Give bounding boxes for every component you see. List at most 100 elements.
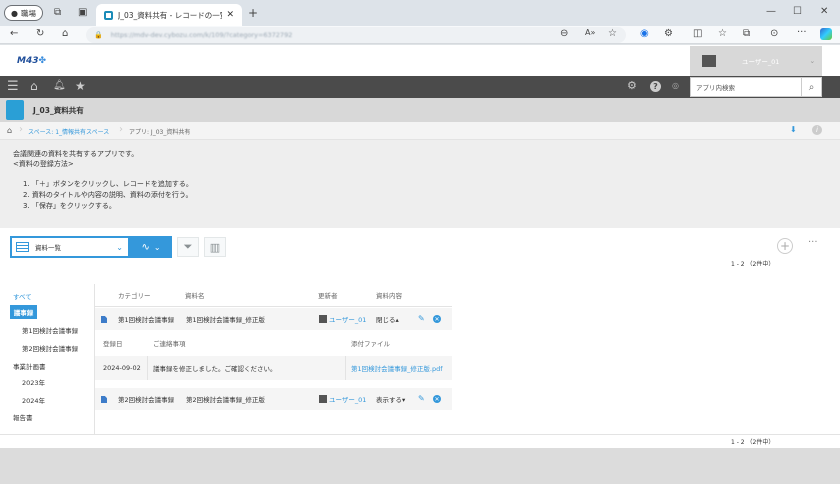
read-aloud-icon[interactable]: A» — [585, 28, 595, 37]
view-selector[interactable]: 資料一覧 ⌄ — [10, 236, 130, 258]
tab-actions-icon[interactable]: ▣ — [78, 7, 87, 18]
plus-icon: + — [779, 239, 791, 253]
help-icon[interactable]: ? — [650, 81, 661, 92]
menu-icon[interactable]: ☰ — [7, 79, 19, 94]
cell-name: 第2回検討会議事録_修正版 — [186, 396, 265, 404]
record-count: 1 - 2 （2件中） — [731, 439, 775, 446]
view-name: 資料一覧 — [35, 244, 61, 252]
subtable-header: ご連絡事項 — [153, 340, 186, 348]
delete-icon[interactable]: ✕ — [433, 395, 441, 403]
toggle-content[interactable]: 閉じる▴ — [371, 308, 399, 330]
split-screen-icon[interactable]: ◫ — [693, 28, 702, 39]
category-item[interactable]: 2023年 — [0, 377, 94, 387]
close-tab-icon[interactable]: ✕ — [226, 10, 234, 20]
window-close-icon[interactable]: ✕ — [820, 6, 828, 17]
search-icon[interactable]: ⌕ — [801, 78, 821, 96]
edit-pencil-icon[interactable]: ✎ — [418, 314, 425, 323]
bar-chart-icon: ▥ — [209, 240, 221, 254]
profile-icon[interactable]: ⊙ — [770, 28, 778, 39]
copilot-icon[interactable] — [820, 28, 832, 40]
user-icon — [319, 395, 327, 403]
breadcrumb: ⌂ › スペース: 1_情報共有スペース › アプリ: J_03_資料共有 ⬇ … — [0, 122, 840, 140]
home-icon[interactable]: ⌂ — [7, 126, 12, 135]
app-description: 会議関連の資料を共有するアプリです。 <資料の登録方法> 1. 「＋」ボタンをク… — [0, 140, 840, 228]
delete-icon[interactable]: ✕ — [433, 315, 441, 323]
zoom-icon[interactable]: ⊖ — [560, 28, 568, 39]
notification-bell-icon[interactable]: 🔔︎ — [53, 80, 66, 91]
home-icon[interactable]: ⌂ — [62, 28, 68, 39]
filter-button[interactable]: ⏷ — [177, 237, 199, 257]
favorite-star-icon[interactable]: ☆ — [608, 28, 617, 39]
edit-pencil-icon[interactable]: ✎ — [418, 394, 425, 403]
person-icon: ● — [11, 8, 18, 18]
extension-icon[interactable]: ◉ — [640, 28, 649, 39]
url-field[interactable]: 🔒 https://mdv-dev.cybozu.com/k/109/?cate… — [86, 27, 626, 43]
column-header: カテゴリー — [118, 292, 151, 300]
cell-name: 第1回検討会議事録_修正版 — [186, 316, 265, 324]
app-title-bar: J_03_資料共有 — [0, 98, 840, 122]
collections-icon[interactable]: ⧉ — [743, 28, 750, 39]
add-record-button[interactable]: + — [777, 238, 793, 254]
attachment-link[interactable]: 第1回検討会議事録_修正版.pdf — [346, 356, 443, 380]
workspaces-icon[interactable]: ⧉ — [54, 7, 61, 18]
record-detail-link[interactable] — [101, 396, 107, 403]
category-item-selected[interactable]: 議事録 — [10, 305, 37, 319]
cell-updater[interactable]: ユーザー_01 — [314, 388, 366, 410]
document-icon — [101, 396, 107, 403]
browser-tab-active[interactable]: J_03_資料共有 - レコードの一覧 ✕ — [96, 4, 242, 26]
column-header: 資料内容 — [376, 292, 402, 300]
kintone-favicon-icon — [104, 10, 113, 20]
back-icon[interactable]: ← — [10, 28, 18, 39]
content-divider — [0, 434, 840, 435]
table-row: 第1回検討会議事録 第1回検討会議事録_修正版 ユーザー_01 閉じる▴ ✎ ✕ — [95, 308, 452, 330]
app-logo[interactable]: M43✤ — [17, 56, 46, 66]
column-header: 更新者 — [318, 292, 338, 300]
people-icon[interactable]: ◎ — [672, 81, 679, 90]
user-avatar-icon — [702, 55, 716, 67]
category-item[interactable]: 事業計画書 — [0, 361, 94, 371]
app-search-input[interactable]: アプリ内検索 ⌕ — [690, 77, 822, 97]
cell-category: 第1回検討会議事録 — [118, 316, 175, 324]
filter-funnel-icon: ⏷ — [183, 240, 193, 253]
updater-link: ユーザー_01 — [329, 396, 367, 404]
refresh-icon[interactable]: ↻ — [36, 28, 44, 39]
breadcrumb-app-label: アプリ: J_03_資料共有 — [129, 129, 191, 136]
category-item[interactable]: 第2回検討会議事録 — [0, 343, 94, 353]
home-icon[interactable]: ⌂ — [30, 79, 38, 93]
chevron-down-icon: ⌄ — [809, 57, 816, 65]
cell-note: 議事録を修正しました。ご確認ください。 — [153, 365, 277, 373]
description-step: 1. 「＋」ボタンをクリックし、レコードを追加する。 — [23, 180, 193, 188]
app-icon — [6, 100, 24, 120]
new-tab-icon[interactable]: + — [248, 6, 258, 20]
toggle-content[interactable]: 表示する▾ — [371, 388, 405, 410]
info-icon[interactable]: i — [812, 125, 822, 135]
favorites-star-icon[interactable]: ★ — [75, 79, 86, 93]
pin-icon[interactable]: ⬇ — [790, 125, 797, 134]
category-item[interactable]: 第1回検討会議事録 — [0, 325, 94, 335]
graph-button[interactable]: ▥ — [204, 237, 226, 257]
cell-updater[interactable]: ユーザー_01 — [314, 308, 366, 330]
graph-selector[interactable]: ∿ ⌄ — [130, 236, 172, 258]
app-title: J_03_資料共有 — [33, 106, 84, 115]
settings-gear-icon[interactable]: ⚙ — [627, 79, 637, 92]
subtable: 登録日 ご連絡事項 添付ファイル 2024-09-02 議事録を修正しました。ご… — [95, 332, 452, 382]
profile-label: 職場 — [20, 8, 36, 18]
category-all[interactable]: すべて — [0, 291, 94, 301]
record-detail-link[interactable] — [101, 316, 107, 323]
logo-text: M43 — [17, 56, 39, 66]
breadcrumb-space-link[interactable]: スペース: 1_情報共有スペース — [28, 127, 109, 136]
cell-date: 2024-09-02 — [103, 364, 141, 372]
description-line: <資料の登録方法> — [13, 160, 74, 168]
chevron-down-icon: ⌄ — [116, 242, 123, 252]
category-item[interactable]: 報告書 — [0, 412, 94, 422]
profile-button[interactable]: ● 職場 — [4, 5, 43, 21]
minimize-icon[interactable]: — — [766, 6, 776, 17]
more-menu-icon[interactable]: ··· — [797, 27, 807, 38]
category-item[interactable]: 2024年 — [0, 395, 94, 405]
more-options-icon[interactable]: ··· — [808, 237, 818, 248]
user-menu[interactable]: ユーザー_01 ⌄ — [690, 46, 822, 76]
maximize-icon[interactable]: ☐ — [793, 6, 802, 17]
favorites-icon[interactable]: ☆ — [718, 28, 727, 39]
cell-category: 第2回検討会議事録 — [118, 396, 175, 404]
extensions-puzzle-icon[interactable]: ⚙ — [664, 28, 673, 39]
